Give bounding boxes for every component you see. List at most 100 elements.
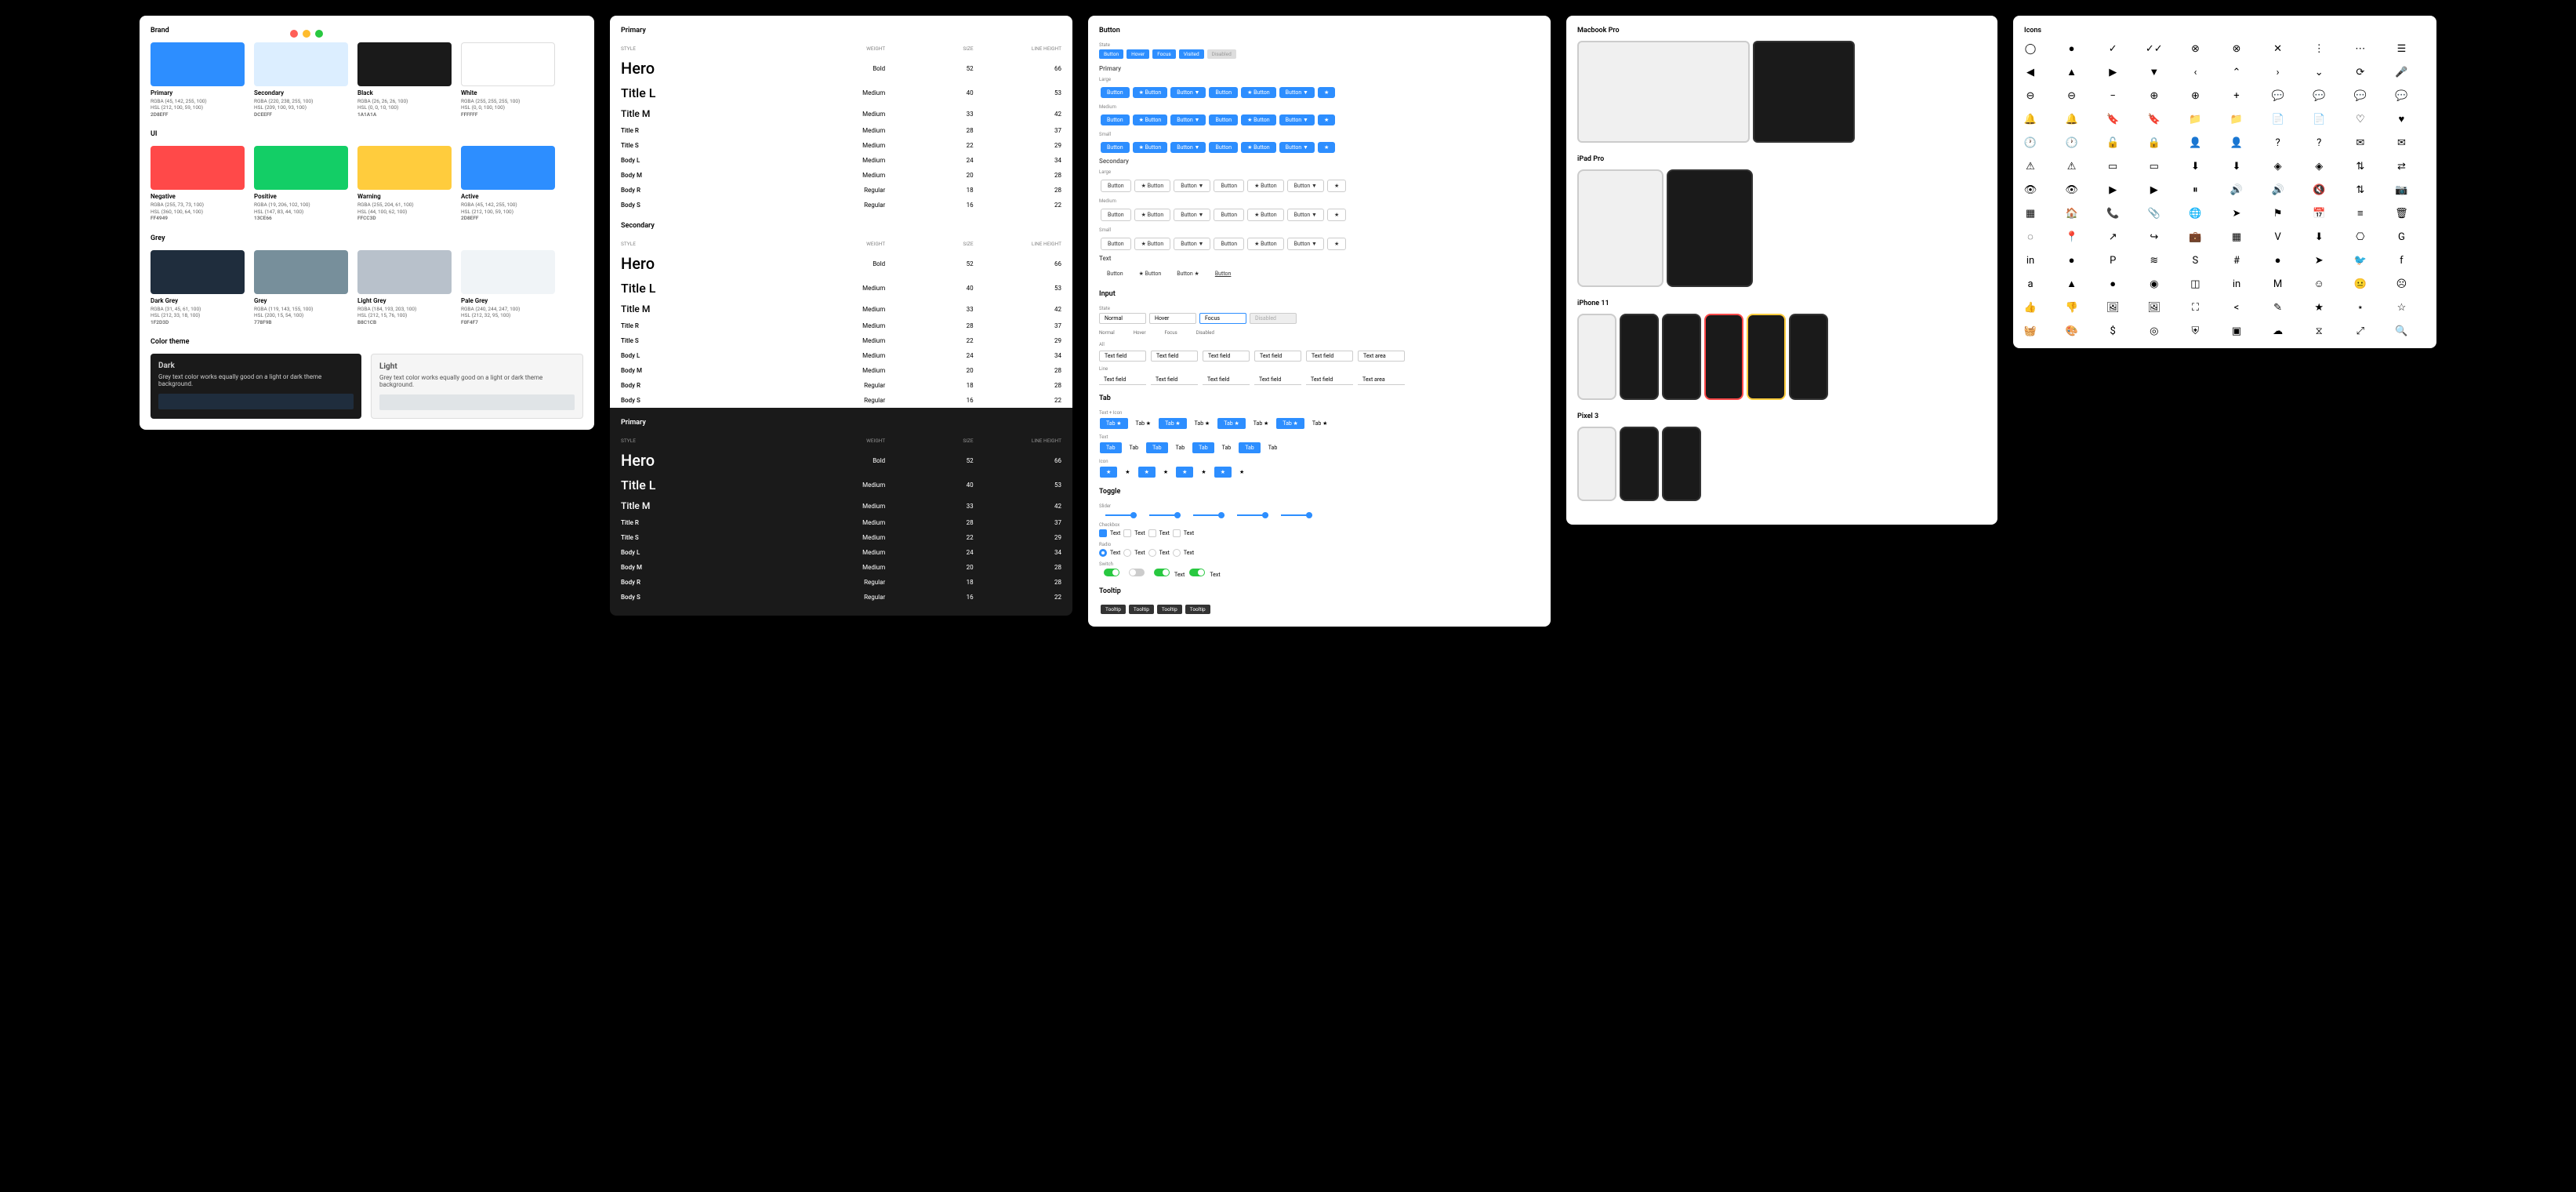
calendar-icon[interactable]: 📅 — [2313, 207, 2325, 220]
traffic-close[interactable] — [290, 30, 298, 38]
telegram-icon[interactable]: ➤ — [2313, 254, 2325, 267]
tag-outline-icon[interactable]: ◈ — [2272, 160, 2284, 173]
button[interactable]: ★ Button — [1133, 114, 1168, 125]
button[interactable]: Button — [1101, 180, 1131, 192]
text-field[interactable]: Text field — [1203, 351, 1250, 362]
text-button[interactable]: ★ Button — [1133, 268, 1168, 279]
button[interactable]: Button — [1214, 209, 1244, 221]
button[interactable]: Button ▼ — [1279, 114, 1315, 125]
slider[interactable] — [1237, 514, 1268, 516]
more-horizontal-icon[interactable]: ⋯ — [2354, 42, 2367, 55]
lock-outline-icon[interactable]: 🔓 — [2106, 136, 2119, 149]
button[interactable]: ★ — [1318, 142, 1335, 153]
minus-circle-outline-icon[interactable]: ⊖ — [2024, 89, 2037, 102]
chevron-left-icon[interactable]: ‹ — [2189, 66, 2201, 78]
button[interactable]: Button ▼ — [1174, 180, 1210, 192]
button[interactable]: ★ — [1327, 180, 1346, 192]
emoji-sad-icon[interactable]: ☹ — [2395, 278, 2407, 290]
button[interactable]: ★ Button — [1247, 180, 1284, 192]
skype-icon[interactable]: S — [2189, 254, 2201, 267]
star-outline-icon[interactable]: ☆ — [2395, 301, 2407, 314]
button[interactable]: ★ — [1327, 209, 1346, 221]
button[interactable]: ★ Button — [1133, 87, 1168, 98]
text-field-line[interactable]: Text field — [1306, 375, 1353, 385]
x-circle-icon[interactable]: ⊗ — [2230, 42, 2243, 55]
tab[interactable]: Tab ★ — [1130, 418, 1158, 429]
color-swatch[interactable]: Negative RGBA (255, 73, 73, 100) HSL (36… — [151, 146, 245, 221]
tab[interactable]: ★ — [1195, 467, 1212, 478]
state-button[interactable]: Button — [1099, 49, 1123, 59]
globe-icon[interactable]: 🌐 — [2189, 207, 2201, 220]
refresh-icon[interactable]: ⟳ — [2354, 66, 2367, 78]
theme-dark-card[interactable]: Dark Grey text color works equally good … — [151, 354, 361, 419]
swap-vertical-icon[interactable]: ⇅ — [2354, 160, 2367, 173]
sort-icon[interactable]: ⇅ — [2354, 184, 2367, 196]
tab[interactable]: Tab — [1100, 442, 1122, 453]
text-field[interactable]: Text field — [1306, 351, 1353, 362]
triangle-right-icon[interactable]: ▶ — [2106, 66, 2119, 78]
traffic-min[interactable] — [303, 30, 310, 38]
cloud-icon[interactable]: ☁ — [2272, 325, 2284, 337]
facebook-icon[interactable]: f — [2395, 254, 2407, 267]
text-field[interactable]: Text field — [1254, 351, 1301, 362]
tab[interactable]: Tab — [1216, 442, 1238, 453]
mic-icon[interactable]: 🎤 — [2395, 66, 2407, 78]
fullscreen-icon[interactable]: ⛶ — [2189, 301, 2201, 314]
thumbs-up-icon[interactable]: 👍 — [2024, 301, 2037, 314]
filter-icon[interactable]: ≡ — [2354, 207, 2367, 220]
text-field[interactable]: Text area — [1358, 351, 1405, 362]
chevron-right-icon[interactable]: › — [2272, 66, 2284, 78]
button[interactable]: Button ▼ — [1287, 238, 1324, 250]
tab[interactable]: Tab ★ — [1188, 418, 1217, 429]
button[interactable]: ★ Button — [1134, 209, 1171, 221]
mail-icon[interactable]: ✉ — [2395, 136, 2407, 149]
file-outline-icon[interactable]: 📄 — [2272, 113, 2284, 125]
input-state[interactable]: Normal — [1099, 313, 1146, 324]
button[interactable]: ★ — [1318, 87, 1335, 98]
eye-off-icon[interactable]: 👁 — [2066, 184, 2078, 196]
text-button[interactable]: Button — [1101, 268, 1130, 279]
search-icon[interactable]: 🔍 — [2395, 325, 2407, 337]
arrow-up-right-icon[interactable]: ↗ — [2106, 231, 2119, 243]
expand-icon[interactable]: ⤢ — [2354, 325, 2367, 337]
checkbox[interactable] — [1123, 529, 1131, 537]
color-swatch[interactable]: Light Grey RGBA (184, 193, 203, 100) HSL… — [357, 250, 452, 325]
tab[interactable]: Tab ★ — [1247, 418, 1275, 429]
loading-icon[interactable]: ◌ — [2024, 231, 2037, 243]
checkbox[interactable] — [1099, 529, 1107, 537]
vimeo-icon[interactable]: V — [2272, 231, 2284, 243]
chat-outline-icon[interactable]: 💬 — [2272, 89, 2284, 102]
button[interactable]: ★ Button — [1247, 238, 1284, 250]
clock-icon[interactable]: 🕐 — [2066, 136, 2078, 149]
chevron-up-icon[interactable]: ⌃ — [2230, 66, 2243, 78]
file-icon[interactable]: 📄 — [2313, 113, 2325, 125]
volume-off-icon[interactable]: 🔇 — [2313, 184, 2325, 196]
tab[interactable]: ★ — [1233, 467, 1250, 478]
bookmark-icon[interactable]: 🔖 — [2148, 113, 2161, 125]
pin-icon[interactable]: 📍 — [2066, 231, 2078, 243]
heart-outline-icon[interactable]: ♡ — [2354, 113, 2367, 125]
radio[interactable] — [1123, 549, 1131, 557]
button[interactable]: Button ▼ — [1174, 238, 1210, 250]
button[interactable]: Button — [1209, 114, 1238, 125]
button[interactable]: Button ▼ — [1174, 209, 1210, 221]
button[interactable]: Button — [1101, 114, 1130, 125]
close-icon[interactable]: ✕ — [2272, 42, 2284, 55]
tab[interactable]: Tab ★ — [1306, 418, 1334, 429]
tab[interactable]: ★ — [1100, 467, 1117, 478]
radio[interactable] — [1099, 549, 1107, 557]
dollar-icon[interactable]: $ — [2106, 325, 2119, 337]
button[interactable]: Button — [1214, 180, 1244, 192]
checkbox[interactable] — [1173, 529, 1181, 537]
color-swatch[interactable]: Active RGBA (45, 142, 255, 100) HSL (212… — [461, 146, 555, 221]
folder-outline-icon[interactable]: 📁 — [2189, 113, 2201, 125]
swap-horizontal-icon[interactable]: ⇄ — [2395, 160, 2407, 173]
thumbs-down-icon[interactable]: 👎 — [2066, 301, 2078, 314]
medium-icon[interactable]: M — [2272, 278, 2284, 290]
camera-icon[interactable]: 📷 — [2395, 184, 2407, 196]
input-state[interactable]: Disabled — [1250, 313, 1297, 324]
clock-outline-icon[interactable]: 🕐 — [2024, 136, 2037, 149]
bookmark-outline-icon[interactable]: 🔖 — [2106, 113, 2119, 125]
slack-icon[interactable]: # — [2230, 254, 2243, 267]
flag-icon[interactable]: ⚑ — [2272, 207, 2284, 220]
